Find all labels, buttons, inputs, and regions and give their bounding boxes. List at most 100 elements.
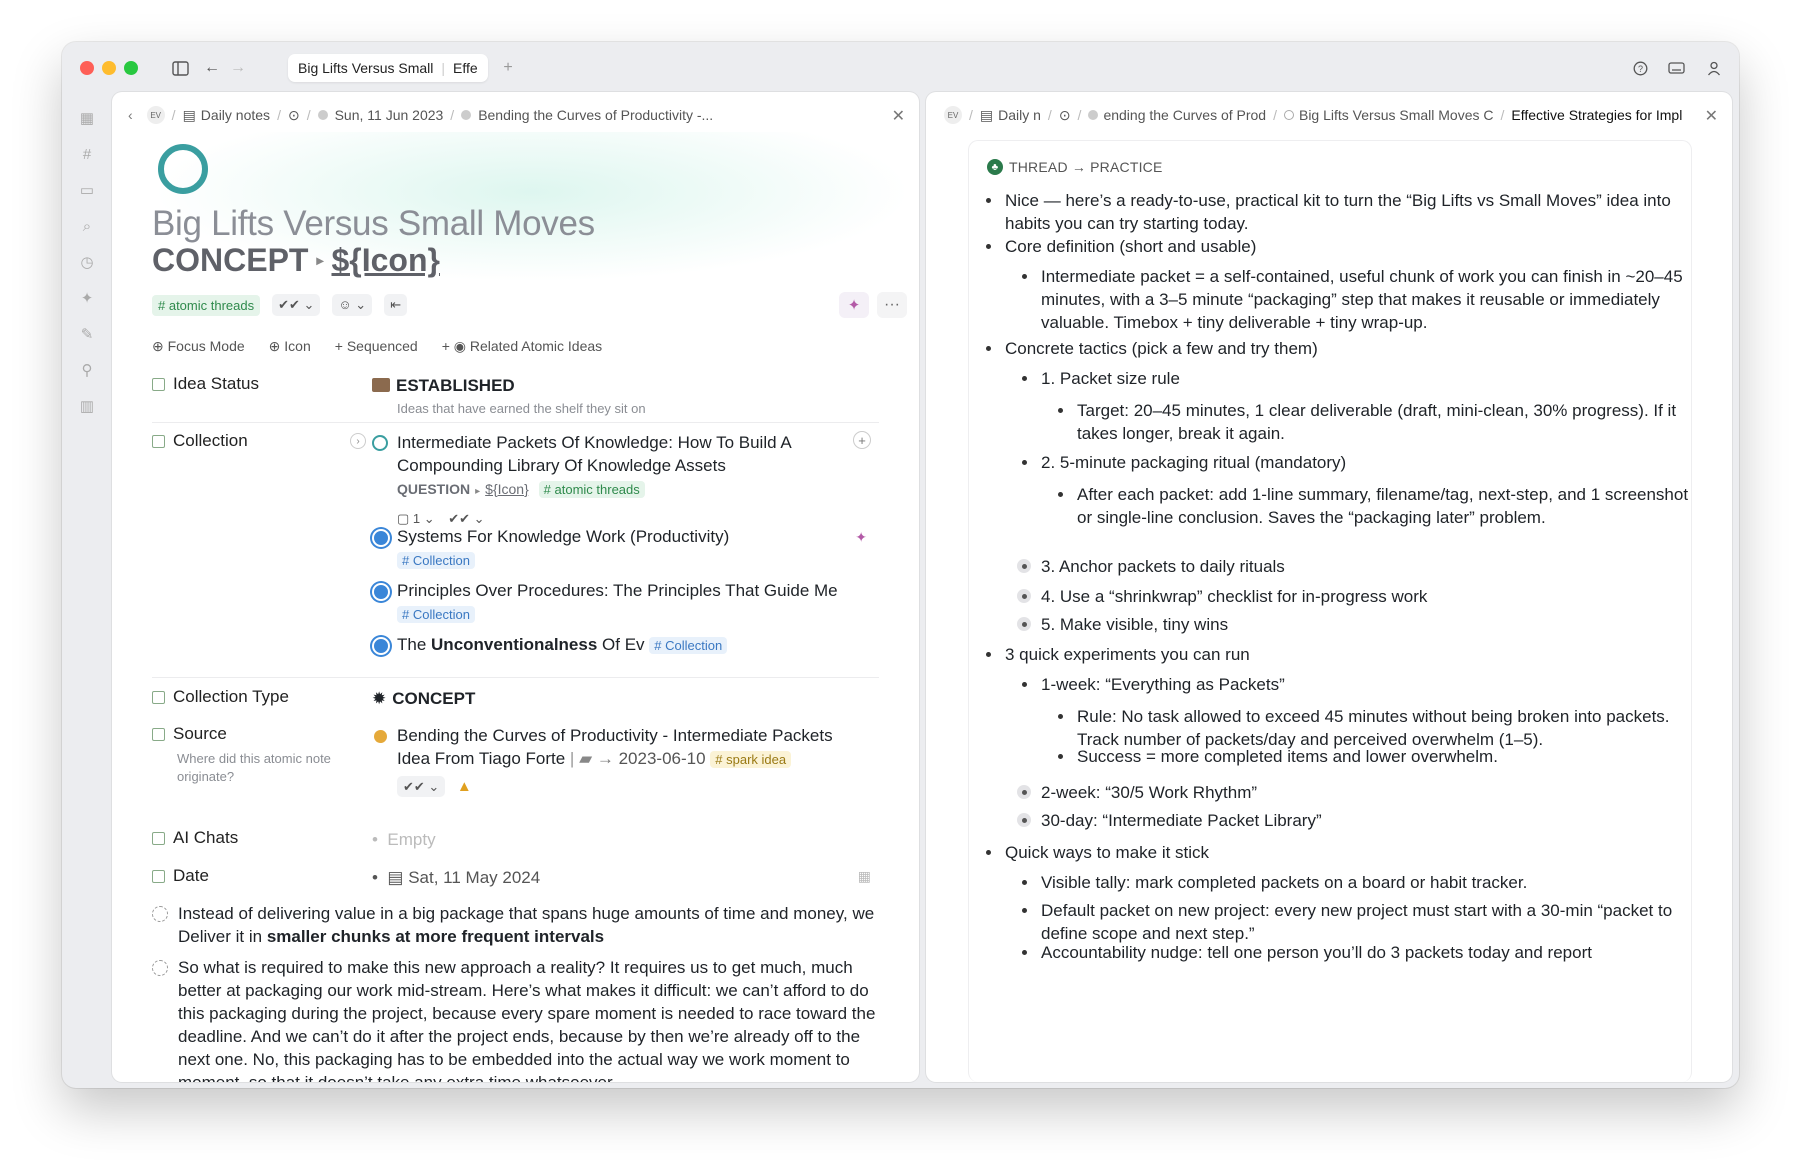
keyboard-icon[interactable] <box>1664 56 1688 80</box>
focus-mode-button[interactable]: ⊕ Focus Mode <box>152 338 245 355</box>
breadcrumb-parent[interactable]: Bending the Curves of Productivity -... <box>461 107 713 123</box>
outline-item[interactable]: 3. Anchor packets to daily rituals <box>1041 555 1689 578</box>
outline-item[interactable]: Accountability nudge: tell one person yo… <box>1041 941 1689 964</box>
workspace-badge[interactable]: EV <box>146 106 165 124</box>
type-label[interactable]: CONCEPT <box>152 242 308 279</box>
emoji-dropdown[interactable]: ☺ ⌄ <box>332 294 373 316</box>
outline-item[interactable]: Success = more completed items and lower… <box>1077 745 1689 768</box>
note-bullet[interactable]: So what is required to make this new app… <box>152 956 879 1082</box>
collection-item-4[interactable]: The Unconventionalness Of Ev # Collectio… <box>372 633 879 657</box>
backlink-count[interactable]: ▢ 1 ⌄ <box>397 511 435 526</box>
outline-item[interactable]: 1-week: “Everything as Packets” <box>1041 673 1689 696</box>
collapsed-bullet-icon[interactable] <box>1017 589 1031 603</box>
status-check-dropdown[interactable]: ✔✔ ⌄ <box>272 294 321 316</box>
bullet-icon[interactable] <box>1022 460 1027 465</box>
chevron-left-icon[interactable]: ‹ <box>128 107 133 123</box>
workspace-badge[interactable]: EV <box>944 106 962 124</box>
type-icon-link[interactable]: ${Icon} <box>331 242 439 279</box>
bullet-icon[interactable] <box>1022 376 1027 381</box>
sequenced-button[interactable]: + Sequenced <box>335 338 418 355</box>
calendar-icon[interactable]: ▦ <box>75 106 99 130</box>
calendar-picker-icon[interactable]: ▦ <box>858 868 871 885</box>
bullet-icon[interactable] <box>1022 950 1027 955</box>
bullet-icon[interactable] <box>986 850 991 855</box>
outline-item[interactable]: 5. Make visible, tiny wins <box>1041 613 1689 636</box>
collapsed-bullet-icon[interactable] <box>1017 785 1031 799</box>
collapse-left-icon[interactable]: ⇤ <box>384 294 408 316</box>
bullet-icon[interactable] <box>986 346 991 351</box>
inbox-icon[interactable]: ▭ <box>75 178 99 202</box>
pin-icon[interactable]: ⚲ <box>75 358 99 382</box>
bullet-icon[interactable] <box>986 244 991 249</box>
bullet-icon[interactable] <box>1058 754 1063 759</box>
outline-item[interactable]: Nice — here’s a ready-to-use, practical … <box>1005 189 1689 235</box>
close-window-button[interactable] <box>80 61 94 75</box>
collection-item-1[interactable]: Intermediate Packets Of Knowledge: How T… <box>372 431 879 530</box>
note-bullet[interactable]: Instead of delivering value in a big pac… <box>152 902 879 948</box>
tab-effective[interactable]: Effe <box>453 60 478 76</box>
outline-item[interactable]: 30-day: “Intermediate Packet Library” <box>1041 809 1689 832</box>
tag-collection[interactable]: # Collection <box>397 552 475 569</box>
back-arrow-icon[interactable]: ← <box>200 56 224 80</box>
breadcrumb-daily-notes[interactable]: ▤ Daily notes <box>183 107 271 124</box>
maximize-window-button[interactable] <box>124 61 138 75</box>
breadcrumb-daily[interactable]: ▤ Daily n <box>980 107 1041 124</box>
outline-item[interactable]: Target: 20–45 minutes, 1 clear deliverab… <box>1077 399 1689 445</box>
breadcrumb-c2[interactable]: Big Lifts Versus Small Moves C <box>1283 107 1494 123</box>
breadcrumb-current[interactable]: Effective Strategies for Impl <box>1511 107 1682 123</box>
collection-item-3[interactable]: Principles Over Procedures: The Principl… <box>372 579 879 626</box>
check-dropdown[interactable]: ✔✔ ⌄ <box>397 776 446 797</box>
bullet-icon[interactable] <box>1058 492 1063 497</box>
collection-type-value[interactable]: ✹ CONCEPT <box>372 687 879 710</box>
tag-collection[interactable]: # Collection <box>397 606 475 623</box>
history-icon[interactable]: ◷ <box>75 250 99 274</box>
date-value[interactable]: • ▤ Sat, 11 May 2024 <box>372 866 879 889</box>
sidebar-toggle-icon[interactable] <box>168 56 192 80</box>
bullet-icon[interactable] <box>986 652 991 657</box>
library-icon[interactable]: ▥ <box>75 394 99 418</box>
bullet-icon[interactable] <box>1022 908 1027 913</box>
ai-sparkle-button[interactable]: ✦ <box>839 292 869 318</box>
chevron-right-icon[interactable]: › <box>350 433 366 449</box>
outline-item[interactable]: 2-week: “30/5 Work Rhythm” <box>1041 781 1689 804</box>
close-pane-icon[interactable]: ✕ <box>892 106 905 126</box>
outline-item[interactable]: Quick ways to make it stick <box>1005 841 1689 864</box>
bullet-icon[interactable] <box>986 198 991 203</box>
outline-item[interactable]: 1. Packet size rule <box>1041 367 1689 390</box>
related-ideas-button[interactable]: + ◉ Related Atomic Ideas <box>442 338 602 355</box>
sparkle-icon[interactable]: ✦ <box>855 529 867 546</box>
new-tab-button[interactable]: + <box>496 56 520 80</box>
tag-collection[interactable]: # Collection <box>649 637 728 654</box>
bullet-icon[interactable] <box>1058 714 1063 719</box>
collapsed-bullet-icon[interactable] <box>1017 813 1031 827</box>
page-title[interactable]: Big Lifts Versus Small Moves <box>152 204 595 244</box>
add-collection-button[interactable]: + <box>853 431 871 449</box>
collapsed-bullet-icon[interactable] <box>1017 617 1031 631</box>
outline-item[interactable]: Default packet on new project: every new… <box>1041 899 1689 945</box>
collapsed-bullet-icon[interactable] <box>1017 559 1031 573</box>
idea-status-value[interactable]: ESTABLISHED Ideas that have earned the s… <box>372 374 879 420</box>
help-icon[interactable]: ? <box>1628 56 1652 80</box>
sparkle-icon[interactable]: ✦ <box>75 286 99 310</box>
breadcrumb-date[interactable]: Sun, 11 Jun 2023 <box>317 107 443 123</box>
check-dropdown[interactable]: ✔✔ ⌄ <box>448 511 484 526</box>
breadcrumb-ellipsis[interactable]: ⊙ <box>1059 107 1071 124</box>
user-icon[interactable] <box>1702 56 1726 80</box>
breadcrumb-c1[interactable]: ending the Curves of Prod <box>1088 107 1266 123</box>
source-value[interactable]: Bending the Curves of Productivity - Int… <box>372 724 879 798</box>
bullet-icon[interactable] <box>1022 880 1027 885</box>
edit-icon[interactable]: ✎ <box>75 322 99 346</box>
outline-item[interactable]: Core definition (short and usable) <box>1005 235 1689 258</box>
tab-big-lifts[interactable]: Big Lifts Versus Small | Effe <box>288 54 488 82</box>
icon-button[interactable]: ⊕ Icon <box>269 338 311 355</box>
type-icon-link[interactable]: ${Icon} <box>485 481 529 497</box>
outline-item[interactable]: Visible tally: mark completed packets on… <box>1041 871 1689 894</box>
ai-chats-value[interactable]: • Empty <box>372 828 879 851</box>
outline-item[interactable]: After each packet: add 1-line summary, f… <box>1077 483 1689 529</box>
outline-item[interactable]: Concrete tactics (pick a few and try the… <box>1005 337 1689 360</box>
tag-atomic-threads[interactable]: # atomic threads <box>538 481 645 498</box>
warning-icon[interactable]: ▲ <box>457 778 472 795</box>
bullet-icon[interactable] <box>1058 408 1063 413</box>
collection-item-2[interactable]: Systems For Knowledge Work (Productivity… <box>372 525 879 572</box>
outline-item[interactable]: 3 quick experiments you can run <box>1005 643 1689 666</box>
